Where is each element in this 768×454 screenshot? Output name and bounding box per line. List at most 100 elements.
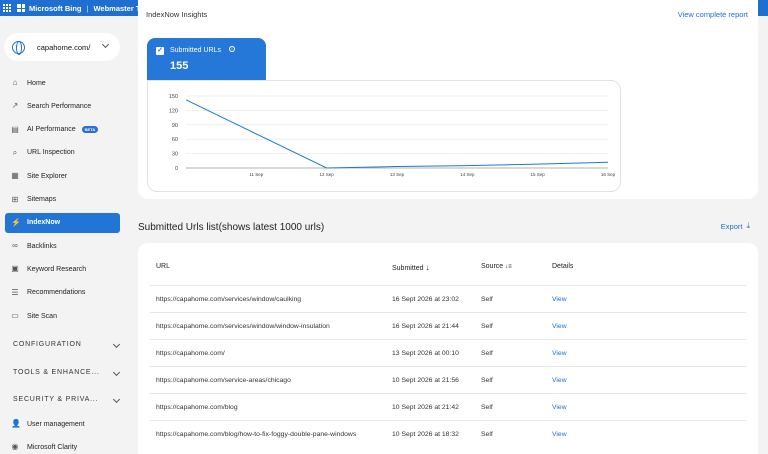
submitted-urls-chart: 0 30 60 90 120 150 11 Sep 12 Sep 13 Sep 14 Sep 15 … — [147, 80, 621, 192]
sort-down-icon[interactable]: ↓ — [425, 263, 429, 272]
submitted-urls-list-title: Submitted Urls list(shows latest 1000 ur… — [138, 222, 325, 233]
download-icon: ⤓ — [746, 221, 750, 230]
sidebar-item-user-management[interactable]: 👤 User management — [5, 414, 120, 434]
sidebar-item-url-inspection[interactable]: ⌕ URL Inspection — [5, 143, 120, 163]
table-row: https://capahome.com/13 Sept 2026 at 00:… — [150, 339, 746, 366]
sidebar-item-backlinks[interactable]: ∞ Backlinks — [5, 236, 120, 256]
info-icon[interactable]: i — [229, 46, 235, 52]
sidebar-item-home[interactable]: ⌂ Home — [5, 73, 120, 93]
row-source: Self — [481, 377, 493, 384]
x-tick-label: 15 Sep — [531, 172, 546, 177]
sidebar: capahome.com/ ⌂ Home ↗ Search Performance ▤ A… — [0, 16, 128, 454]
col-source[interactable]: Source ↓≡ — [481, 263, 512, 270]
table-row: https://capahome.com/blog 10 Sept 2026 at… — [150, 393, 746, 420]
sidebar-section-label: CONFIGURATION — [13, 341, 82, 348]
y-tick-label: 90 — [172, 123, 178, 129]
row-source: Self — [481, 404, 493, 411]
brand-name[interactable]: Microsoft Bing — [29, 4, 82, 13]
table-row: https://capahome.com/services/window/win… — [150, 312, 746, 339]
table-row: https://capahome.com/service-areas/chica… — [150, 366, 746, 393]
col-url: URL — [156, 263, 171, 270]
chevron-down-icon[interactable] — [112, 340, 121, 349]
row-submitted: 10 Sept 2026 at 21:42 — [392, 404, 459, 411]
link-icon: ∞ — [12, 241, 18, 251]
sidebar-item-indexnow[interactable]: ⚡ IndexNow — [5, 212, 120, 233]
y-tick-label: 120 — [169, 108, 178, 114]
row-view-link[interactable]: View — [552, 323, 567, 330]
y-tick-label: 30 — [172, 152, 178, 158]
sidebar-section-2[interactable]: SECURITY & PRIVA... — [13, 395, 121, 404]
table-row: https://capahome.com/blog/how-to-fix-fog… — [150, 420, 746, 447]
row-view-link[interactable]: View — [552, 404, 567, 411]
tile-value: 155 — [170, 60, 189, 72]
home-icon: ⌂ — [12, 78, 18, 87]
sidebar-section-label: TOOLS & ENHANCE... — [13, 368, 100, 376]
globe-icon — [12, 40, 25, 55]
chart-svg: 0 30 60 90 120 150 11 Sep 12 Sep 13 Sep 14 Sep 15 … — [169, 94, 616, 177]
sidebar-item-ai-performance[interactable]: ▤ AI Performance BETA — [5, 120, 120, 140]
site-name: capahome.com/ — [37, 42, 91, 52]
clarity-icon: ◉ — [11, 442, 19, 452]
y-tick-label: 0 — [175, 166, 178, 172]
tile-label: Submitted URLs — [170, 47, 221, 54]
sidebar-item-label: Site Explorer — [27, 172, 68, 180]
row-submitted: 13 Sept 2026 at 00:10 — [392, 350, 459, 357]
col-details: Details — [552, 263, 574, 270]
sidebar-item-label: Microsoft Clarity — [27, 443, 78, 451]
trend-icon: ↗ — [11, 101, 19, 111]
indexnow-insights-card: IndexNow Insights View complete report ✓… — [138, 0, 758, 199]
x-tick-label: 13 Sep — [390, 172, 405, 177]
x-tick-label: 14 Sep — [460, 172, 475, 177]
chevron-down-icon[interactable] — [112, 395, 121, 404]
row-url: https://capahome.com/services/window/cau… — [156, 296, 302, 303]
row-url: https://capahome.com/blog/how-to-fix-fog… — [156, 431, 357, 438]
sidebar-item-label: Sitemaps — [27, 196, 57, 203]
sidebar-item-label: Backlinks — [27, 242, 57, 250]
explorer-icon: ▦ — [11, 171, 19, 181]
recommendation-icon: ☰ — [11, 287, 19, 297]
user-icon: 👤 — [11, 419, 21, 428]
sidebar-item-recommendations[interactable]: ☰ Recommendations — [5, 283, 120, 303]
row-source: Self — [481, 323, 493, 330]
insights-title: IndexNow Insights — [146, 10, 208, 19]
sitemap-icon: ⊞ — [11, 194, 19, 204]
chevron-down-icon[interactable] — [101, 40, 110, 49]
table-row: https://capahome.com/services/window/cau… — [150, 285, 746, 312]
sidebar-item-search-performance[interactable]: ↗ Search Performance — [5, 96, 120, 116]
sidebar-item-label: User management — [27, 420, 85, 428]
checkbox-icon[interactable]: ✓ — [156, 47, 164, 55]
row-view-link[interactable]: View — [552, 431, 567, 438]
app-launcher-icon[interactable] — [3, 4, 11, 12]
site-selector[interactable]: capahome.com/ — [4, 33, 120, 61]
sidebar-item-site-scan[interactable]: ▭ Site Scan — [5, 306, 120, 326]
brand-separator: | — [86, 3, 89, 13]
chevron-down-icon[interactable] — [112, 368, 121, 376]
sidebar-item-site-explorer[interactable]: ▦ Site Explorer — [5, 166, 120, 186]
view-complete-report-link[interactable]: View complete report — [678, 10, 748, 19]
sort-icon[interactable]: ↓≡ — [505, 264, 512, 270]
submitted-urls-tile[interactable]: ✓ Submitted URLs i 155 — [147, 38, 266, 80]
keyword-icon: ▣ — [11, 264, 19, 274]
sidebar-section-0[interactable]: CONFIGURATION — [13, 340, 121, 349]
row-source: Self — [481, 431, 493, 438]
sidebar-item-microsoft-clarity[interactable]: ◉ Microsoft Clarity — [5, 437, 120, 454]
row-view-link[interactable]: View — [552, 377, 567, 384]
ai-chart-icon: ▤ — [11, 124, 19, 134]
sidebar-section-1[interactable]: TOOLS & ENHANCE... — [13, 368, 121, 376]
row-view-link[interactable]: View — [552, 296, 567, 303]
row-url: https://capahome.com/service-areas/chica… — [156, 377, 291, 384]
row-view-link[interactable]: View — [552, 350, 567, 357]
y-tick-label: 60 — [172, 137, 178, 143]
col-submitted[interactable]: Submitted ↓ — [392, 263, 429, 272]
sidebar-item-label: URL Inspection — [27, 149, 75, 157]
row-submitted: 10 Sept 2026 at 18:32 — [392, 431, 459, 438]
sidebar-item-label: Keyword Research — [27, 265, 87, 273]
sidebar-item-keyword-research[interactable]: ▣ Keyword Research — [5, 259, 120, 279]
sidebar-item-label: Recommendations — [27, 289, 86, 297]
row-url: https://capahome.com/ — [156, 350, 225, 357]
indexnow-icon: ⚡ — [11, 217, 21, 227]
microsoft-logo-icon — [17, 4, 25, 12]
row-url: https://capahome.com/services/window/win… — [156, 323, 330, 330]
export-button[interactable]: Export ⤓ — [721, 221, 750, 231]
sidebar-item-sitemaps[interactable]: ⊞ Sitemaps — [5, 190, 120, 210]
